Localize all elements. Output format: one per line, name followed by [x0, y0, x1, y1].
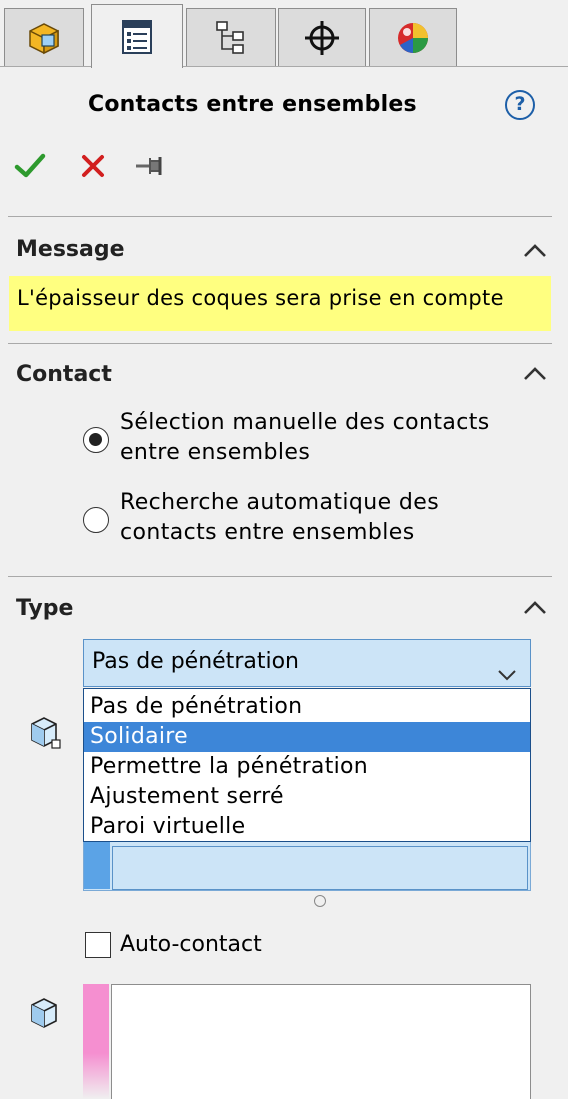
tab-display-manager[interactable] [369, 8, 457, 66]
automatic-search-radio[interactable] [83, 507, 109, 533]
configuration-manager-icon [213, 18, 249, 58]
tab-bar-baseline [0, 66, 568, 67]
set1-selection-field[interactable] [112, 846, 528, 890]
section-divider [8, 576, 552, 577]
option-paroi-virtuelle[interactable]: Paroi virtuelle [84, 812, 530, 842]
manual-selection-radio[interactable] [83, 427, 109, 453]
component-set1-icon [24, 712, 64, 752]
contact-type-select[interactable]: Pas de pénétration [83, 639, 531, 687]
collapse-contact-chevron-icon[interactable] [522, 364, 548, 384]
set2-selection-field[interactable] [111, 984, 531, 1099]
set2-color-strip [83, 984, 109, 1099]
pushpin-icon [134, 153, 168, 183]
set2-selection-box[interactable] [83, 984, 531, 1099]
collapse-message-chevron-icon[interactable] [522, 241, 548, 261]
dimxpert-icon [302, 18, 342, 58]
keep-visible-button[interactable] [133, 150, 169, 186]
close-icon [80, 153, 106, 183]
panel-title: Contacts entre ensembles [88, 92, 417, 117]
type-section-title: Type [16, 596, 74, 621]
option-permettre-penetration[interactable]: Permettre la pénétration [84, 752, 530, 782]
contact-type-value: Pas de pénétration [92, 649, 299, 674]
tab-property-manager[interactable] [91, 4, 183, 68]
message-text: L'épaisseur des coques sera prise en com… [9, 276, 551, 331]
radio-selected-dot [89, 433, 102, 446]
check-icon [14, 152, 46, 184]
section-divider [8, 216, 552, 217]
auto-contact-checkbox[interactable] [85, 932, 111, 958]
property-manager-icon [119, 17, 155, 57]
tab-feature-manager[interactable] [4, 8, 84, 66]
contact-type-dropdown-list: Pas de pénétration Solidaire Permettre l… [83, 688, 531, 842]
tab-dimxpert-manager[interactable] [278, 8, 366, 66]
display-manager-icon [393, 18, 433, 58]
option-ajustement-serre[interactable]: Ajustement serré [84, 782, 530, 812]
resize-handle-icon[interactable] [314, 895, 326, 907]
ok-button[interactable] [12, 150, 48, 186]
section-divider [8, 343, 552, 344]
collapse-type-chevron-icon[interactable] [522, 598, 548, 618]
option-solidaire[interactable]: Solidaire [84, 722, 530, 752]
message-section-title: Message [16, 237, 125, 262]
property-tab-bar [0, 0, 568, 68]
feature-manager-icon [24, 18, 64, 58]
contact-section-title: Contact [16, 362, 112, 387]
option-pas-de-penetration[interactable]: Pas de pénétration [84, 692, 530, 722]
help-icon[interactable]: ? [505, 90, 535, 120]
cancel-button[interactable] [75, 150, 111, 186]
tab-configuration-manager[interactable] [186, 8, 276, 66]
manual-selection-label[interactable]: Sélection manuelle des contacts entre en… [120, 408, 490, 468]
auto-contact-label[interactable]: Auto-contact [120, 930, 262, 960]
automatic-search-label[interactable]: Recherche automatique des contacts entre… [120, 488, 439, 548]
component-set2-icon [24, 993, 64, 1033]
